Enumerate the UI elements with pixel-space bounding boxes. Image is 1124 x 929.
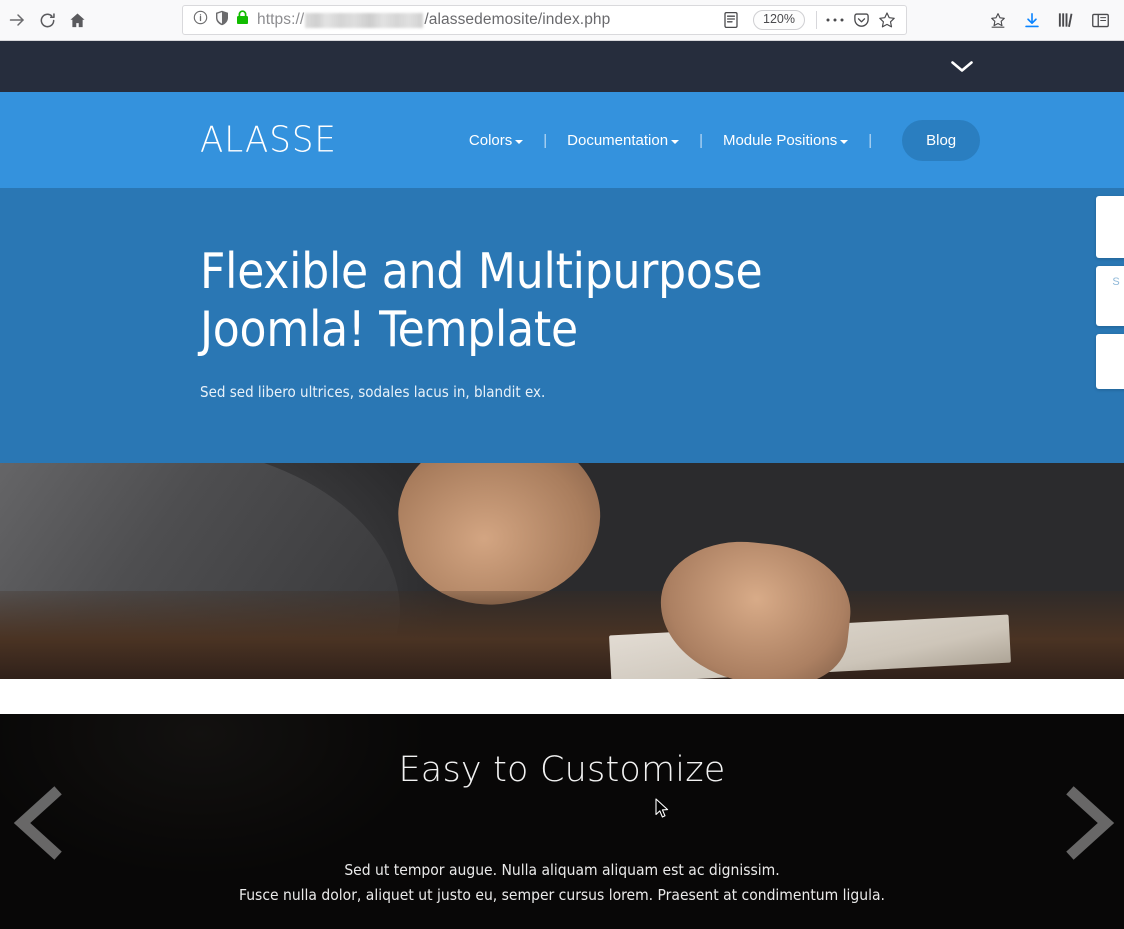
hero-photo-image [0,463,1124,679]
slide-description: Sed ut tempor augue. Nulla aliquam aliqu… [0,858,1124,908]
nav-item-documentation[interactable]: Documentation [563,126,683,155]
sidebar-icon[interactable] [1084,5,1116,35]
zoom-level-badge[interactable]: 120% [753,10,805,30]
slide-description-line-2: Fusce nulla dolor, aliquet ut justo eu, … [239,886,885,905]
navigation-buttons [0,5,92,35]
nav-label-colors: Colors [468,131,513,149]
page-info-icon[interactable] [193,10,208,30]
caret-down-icon [515,139,524,144]
forward-button[interactable] [2,5,32,35]
downloads-icon[interactable] [1016,5,1048,35]
url-bar-actions: 120% [718,8,900,32]
reader-view-icon[interactable] [718,8,744,32]
nav-item-module-positions[interactable]: Module Positions [719,126,852,155]
url-host-redacted [305,12,424,28]
library-icon[interactable] [1050,5,1082,35]
save-to-pocket-icon[interactable] [982,5,1014,35]
side-panel-card-2-label: S [1112,276,1120,288]
side-panel-card-3-label [1096,334,1124,354]
mouse-cursor [655,798,670,825]
tracking-protection-shield-icon[interactable] [215,10,229,31]
side-panel-card-1-label [1096,196,1124,216]
web-page-content: ALASSE Colors | Documentation | Module P… [0,41,1124,929]
site-header: ALASSE Colors | Documentation | Module P… [0,92,1124,188]
site-logo[interactable]: ALASSE [200,119,337,161]
nav-separator: | [699,131,703,149]
reload-button[interactable] [32,5,62,35]
browser-toolbar-right [982,5,1116,35]
url-path: /alassedemosite/index.php [424,11,611,28]
url-scheme: https:// [257,11,305,28]
slide-title: Easy to Customize [398,750,726,790]
toolbar-divider [816,11,817,29]
caret-down-icon [671,139,680,144]
nav-separator: | [543,131,548,149]
hero-section: Flexible and Multipurpose Joomla! Templa… [0,188,1124,463]
side-panel-card-1[interactable] [1096,196,1124,258]
url-bar[interactable]: https:// /alassedemosite/index.php 120% [182,5,907,35]
nav-label-documentation: Documentation [567,131,669,149]
side-panel-card-3[interactable] [1096,334,1124,389]
main-navigation: Colors | Documentation | Module Position… [465,119,981,161]
caret-down-icon [840,139,849,144]
home-button[interactable] [62,5,92,35]
nav-item-blog[interactable]: Blog [902,119,981,161]
secure-lock-icon[interactable] [236,10,249,30]
pocket-icon[interactable] [848,8,874,32]
url-text[interactable]: https:// /alassedemosite/index.php [257,11,718,29]
hero-subtitle: Sed sed libero ultrices, sodales lacus i… [200,382,546,401]
bookmark-star-icon[interactable] [874,8,900,32]
identity-icons [189,10,257,31]
side-panel-card-2[interactable]: S [1096,266,1124,326]
chevron-down-icon[interactable] [932,41,992,92]
site-topbar [0,41,1124,92]
slider-section: Easy to Customize Sed ut tempor augue. N… [0,714,1124,929]
hero-title: Flexible and Multipurpose Joomla! Templa… [200,243,763,358]
slider-content: Easy to Customize Sed ut tempor augue. N… [0,714,1124,929]
slide-description-line-1: Sed ut tempor augue. Nulla aliquam aliqu… [344,861,780,879]
nav-item-colors[interactable]: Colors [465,126,527,155]
browser-toolbar: https:// /alassedemosite/index.php 120% [0,0,1124,41]
nav-separator: | [868,131,873,149]
hero-content: Flexible and Multipurpose Joomla! Templa… [0,188,820,401]
page-actions-ellipsis-icon[interactable] [822,8,848,32]
nav-label-blog: Blog [926,131,957,149]
nav-label-module-positions: Module Positions [722,131,838,149]
